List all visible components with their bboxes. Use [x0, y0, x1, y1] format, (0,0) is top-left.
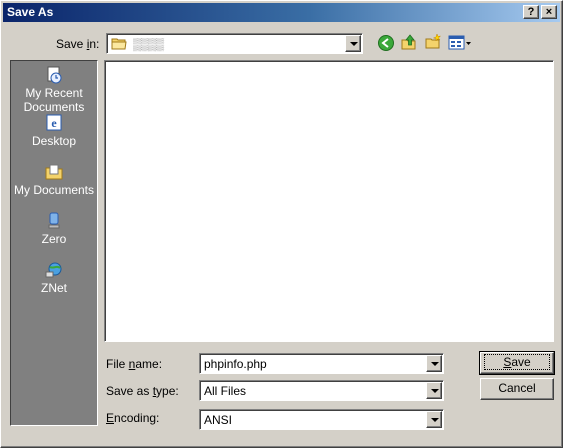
place-label: My Documents [13, 183, 95, 197]
place-label: Desktop [31, 134, 77, 148]
folder-icon [111, 37, 127, 53]
file-name-input[interactable]: phpinfo.php [199, 353, 444, 374]
place-recent-documents[interactable]: My Recent Documents [11, 66, 97, 114]
svg-text:e: e [51, 116, 57, 130]
close-button[interactable]: × [541, 5, 557, 19]
desktop-icon: e [44, 114, 64, 132]
network-icon [44, 261, 64, 279]
back-icon[interactable] [377, 34, 395, 52]
place-my-documents[interactable]: My Documents [11, 163, 97, 197]
save-in-dropdown[interactable]: ▒▒▒▒ [106, 33, 363, 54]
place-znet[interactable]: ZNet [11, 261, 97, 295]
encoding-value: ANSI [204, 413, 233, 427]
place-label: My Recent Documents [23, 86, 85, 114]
recent-documents-icon [44, 66, 64, 84]
file-name-value: phpinfo.php [204, 357, 267, 371]
places-bar: My Recent Documents e Desktop My Documen… [10, 60, 98, 426]
title-bar[interactable]: Save As ? × [3, 3, 560, 22]
new-folder-icon[interactable] [424, 33, 442, 51]
chevron-down-icon[interactable] [426, 382, 442, 399]
my-documents-icon [44, 163, 64, 181]
window-title: Save As [7, 5, 54, 19]
save-in-label: Save in: [56, 37, 100, 51]
encoding-dropdown[interactable]: ANSI [199, 409, 444, 430]
place-desktop[interactable]: e Desktop [11, 114, 97, 148]
view-menu-icon[interactable] [448, 34, 472, 52]
place-zero[interactable]: Zero [11, 212, 97, 246]
encoding-label: Encoding: [106, 411, 160, 425]
cancel-button[interactable]: Cancel [480, 378, 554, 400]
chevron-down-icon[interactable] [426, 411, 442, 428]
save-as-dialog: Save As ? × Save in: ▒▒▒▒ My Recent Docu… [0, 0, 563, 448]
place-label: ZNet [40, 281, 67, 295]
save-as-type-label: Save as type: [106, 384, 179, 398]
save-button[interactable]: Save [479, 351, 555, 375]
save-as-type-dropdown[interactable]: All Files [199, 380, 444, 401]
chevron-down-icon[interactable] [426, 355, 442, 372]
chevron-down-icon[interactable] [345, 35, 361, 52]
file-name-label: File name: [106, 357, 163, 371]
save-as-type-value: All Files [204, 384, 247, 398]
save-in-value: ▒▒▒▒ [133, 37, 164, 51]
place-label: Zero [41, 232, 67, 246]
up-folder-icon[interactable] [400, 33, 418, 51]
file-list[interactable] [104, 60, 554, 342]
help-button[interactable]: ? [523, 5, 539, 19]
user-computer-icon [44, 212, 64, 230]
